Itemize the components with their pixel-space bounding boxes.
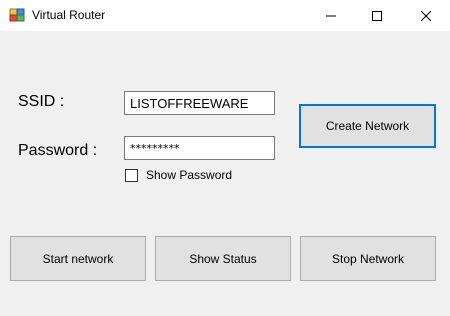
password-input[interactable]: [124, 136, 275, 160]
start-network-button[interactable]: Start network: [10, 236, 146, 281]
ssid-input[interactable]: [124, 91, 275, 115]
router-app-icon: [9, 8, 25, 22]
window-title: Virtual Router: [32, 8, 106, 22]
ssid-label: SSID :: [18, 93, 65, 110]
minimize-button[interactable]: [308, 0, 354, 31]
create-network-button[interactable]: Create Network: [299, 104, 436, 148]
close-button[interactable]: [403, 0, 449, 31]
password-label: Password :: [18, 142, 98, 159]
close-icon: [421, 10, 431, 21]
stop-network-button[interactable]: Stop Network: [300, 236, 436, 281]
show-password-option[interactable]: Show Password: [125, 168, 232, 182]
maximize-icon: [372, 10, 382, 21]
show-password-checkbox[interactable]: [125, 168, 138, 182]
show-password-label[interactable]: Show Password: [146, 168, 232, 182]
maximize-button[interactable]: [354, 0, 400, 31]
title-bar[interactable]: Virtual Router: [0, 0, 450, 31]
show-status-button[interactable]: Show Status: [155, 236, 291, 281]
virtual-router-window: Virtual Router SSID : Password : Show Pa…: [0, 0, 450, 316]
minimize-icon: [326, 15, 336, 16]
